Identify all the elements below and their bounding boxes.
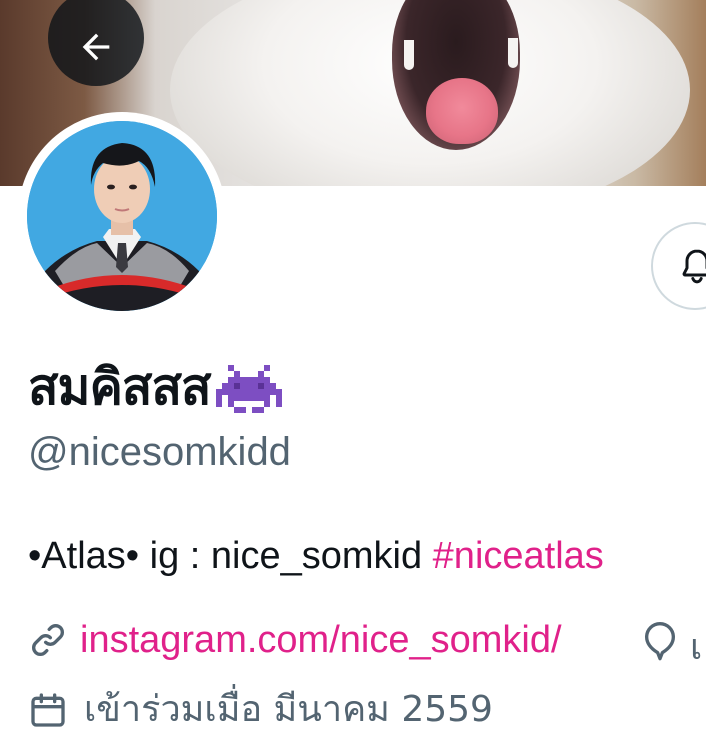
banner-cat-tooth — [404, 40, 414, 70]
link-icon — [32, 624, 64, 656]
arrow-left-icon — [82, 33, 110, 61]
banner-cat-tooth — [508, 38, 518, 68]
profile-bio: •Atlas• ig : nice_somkid #niceatlas — [28, 535, 604, 578]
avatar[interactable] — [18, 112, 226, 320]
website-row: instagram.com/nice_somkid/ — [28, 615, 562, 665]
bio-text: •Atlas• ig : nice_somkid — [28, 535, 433, 577]
calendar-icon — [31, 693, 65, 727]
joined-row: เข้าร่วมเมื่อ มีนาคม 2559 — [28, 690, 493, 730]
avatar-photo — [27, 121, 217, 311]
space-invader-icon — [216, 365, 283, 413]
bio-hashtag-link[interactable]: #niceatlas — [433, 535, 604, 577]
display-name: สมคิสสส — [28, 357, 211, 416]
location-text: เ — [690, 627, 703, 668]
bell-icon — [682, 249, 706, 284]
location-pin-icon — [645, 622, 675, 661]
notifications-button[interactable] — [651, 222, 706, 310]
website-link[interactable]: instagram.com/nice_somkid/ — [80, 619, 562, 662]
joined-date: เข้าร่วมเมื่อ มีนาคม 2559 — [84, 689, 493, 730]
profile-handle: @nicesomkidd — [28, 430, 291, 474]
display-name-row: สมคิสสส — [28, 352, 283, 422]
avatar-portrait — [27, 121, 217, 311]
banner-cat-tongue — [426, 78, 498, 144]
